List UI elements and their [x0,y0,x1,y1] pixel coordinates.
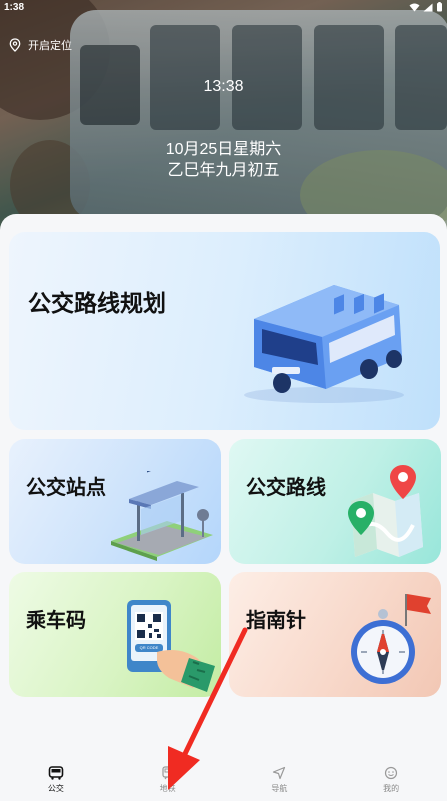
tab-navigation[interactable]: 导航 [224,759,336,801]
signal-icon [423,3,433,11]
compass-card[interactable]: 指南针 [229,572,441,697]
status-bar: 1:38 [0,0,447,14]
battery-icon [437,2,442,12]
bus-3d-icon [244,285,404,403]
compass-icon [351,594,431,684]
bus-stop-shelter-icon [111,471,213,561]
ride-code-card[interactable]: 乘车码 QR CODE [9,572,221,697]
clock-lunar-date: 乙巳年九月初五 [167,162,280,179]
bus-route-title: 公交路线 [246,477,326,499]
navigation-icon [273,766,286,780]
status-icons [409,2,443,12]
qr-caption: QR CODE [139,645,159,650]
bus-route-card[interactable]: 公交路线 [229,439,441,564]
bottom-tab-bar: 公交 地铁 导航 我的 [0,759,447,801]
location-pin-icon [9,38,21,52]
app-screen: 1:38 开启定位 13:38 10月25日星期六 乙巳年九月初五 公交路线规划 [0,0,447,801]
compass-title: 指南针 [246,610,306,632]
tab-subway[interactable]: 地铁 [112,759,224,801]
subway-icon [162,766,174,780]
route-planning-title: 公交路线规划 [28,290,166,316]
tab-bus[interactable]: 公交 [0,759,112,801]
enable-location-button[interactable]: 开启定位 [8,37,72,53]
ride-code-title: 乘车码 [26,610,86,632]
route-planning-card[interactable]: 公交路线规划 [9,232,440,430]
location-label: 开启定位 [28,40,72,52]
clock-time: 13:38 [203,78,244,95]
qr-phone-illustration: QR CODE [127,600,217,694]
bus-stop-title: 公交站点 [26,477,106,499]
bus-icon [48,766,64,780]
status-time: 1:38 [4,1,25,13]
route-map-pin-icon [348,465,423,557]
header-background-photo [0,0,447,232]
profile-icon [385,766,398,780]
tab-label-profile: 我的 [383,784,400,793]
bus-stop-card[interactable]: 公交站点 [9,439,221,564]
tab-label-subway: 地铁 [159,784,176,793]
tab-label-navigation: 导航 [271,784,288,793]
tab-label-bus: 公交 [47,784,64,793]
wifi-icon [409,3,420,11]
tab-profile[interactable]: 我的 [335,759,447,801]
